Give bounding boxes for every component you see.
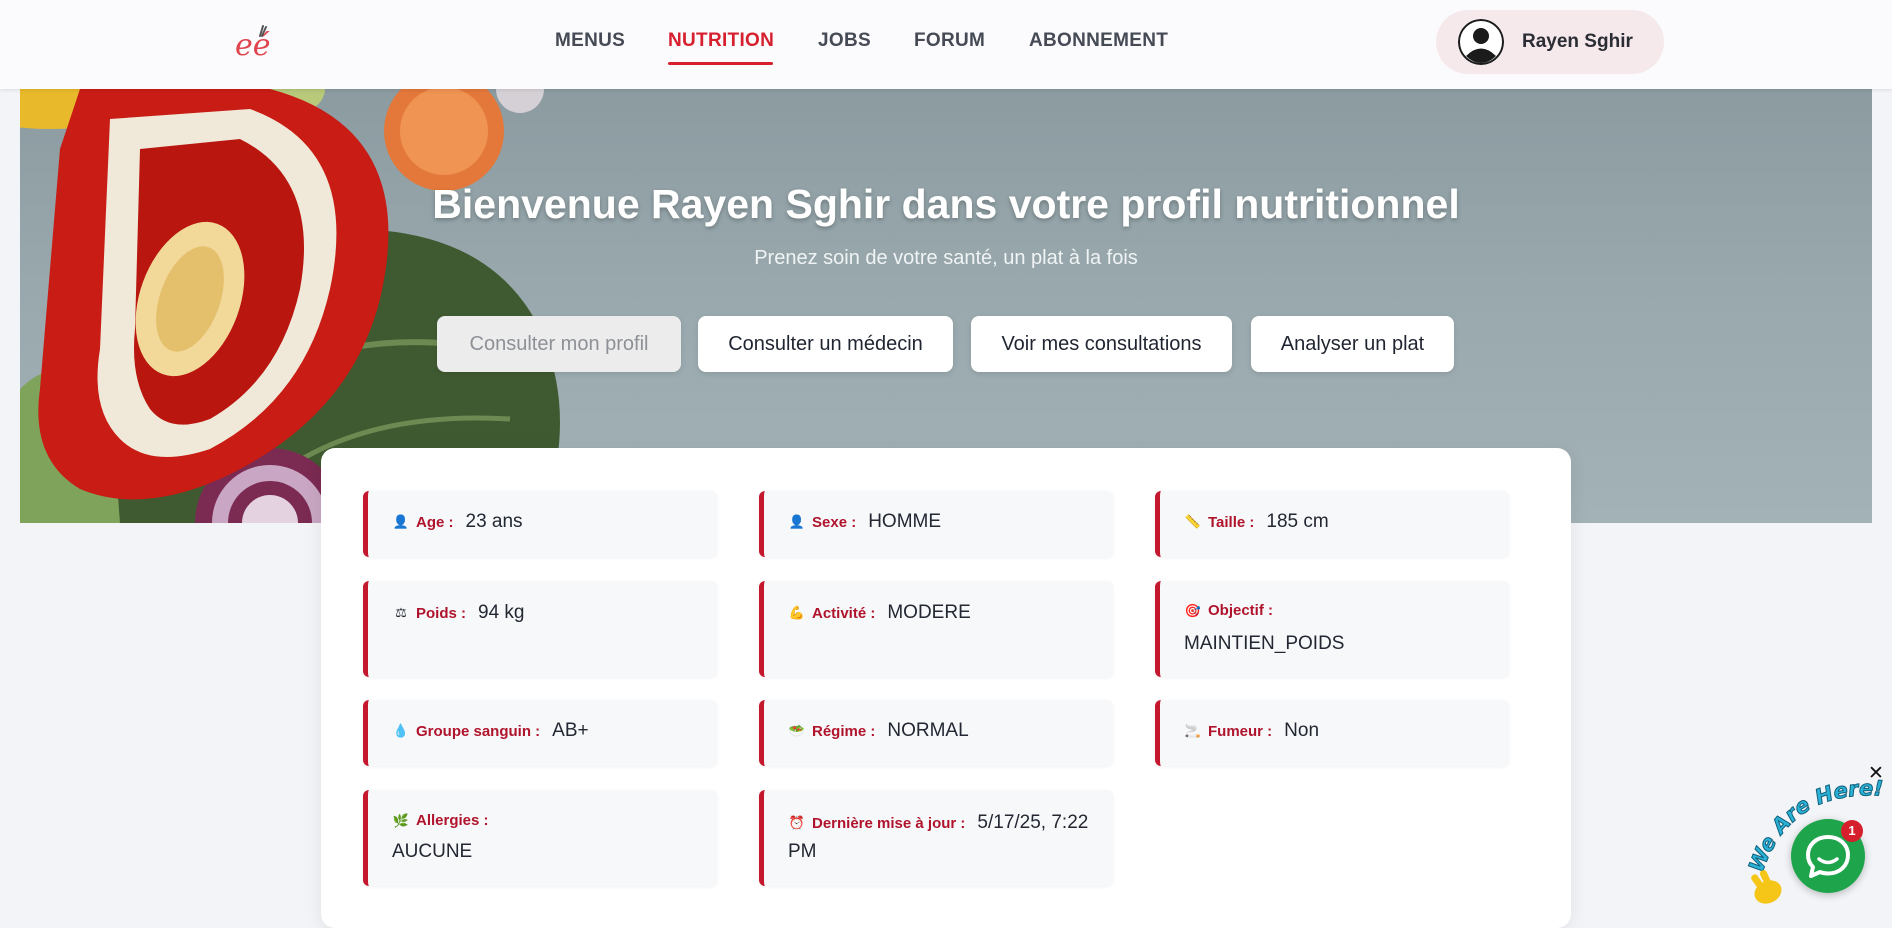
person-icon: 👤 bbox=[788, 514, 806, 529]
field-sexe: 👤 Sexe : HOMME bbox=[759, 491, 1113, 557]
poids-value: 94 kg bbox=[478, 602, 525, 623]
nav-jobs[interactable]: JOBS bbox=[818, 30, 871, 52]
age-label: Age : bbox=[416, 513, 454, 531]
field-objectif: 🎯 Objectif : MAINTIEN_POIDS bbox=[1155, 581, 1509, 677]
age-value: 23 ans bbox=[465, 511, 523, 532]
person-icon: 👤 bbox=[392, 514, 410, 529]
site-logo[interactable]: eé bbox=[233, 22, 273, 62]
last-update-label: Dernière mise à jour : bbox=[812, 814, 966, 832]
nav-menus[interactable]: MENUS bbox=[555, 30, 625, 52]
top-navbar: eé MENUS NUTRITION JOBS FORUM ABONNEMENT… bbox=[0, 0, 1892, 89]
groupe-value: AB+ bbox=[552, 720, 589, 741]
field-age: 👤 Age : 23 ans bbox=[363, 491, 717, 557]
field-groupe-sanguin: 💧 Groupe sanguin : AB+ bbox=[363, 700, 717, 766]
objectif-value: MAINTIEN_POIDS bbox=[1184, 633, 1345, 654]
target-icon: 🎯 bbox=[1184, 602, 1202, 618]
waving-hand-icon bbox=[1751, 870, 1782, 904]
sexe-value: HOMME bbox=[868, 511, 942, 532]
hero-subtitle: Prenez soin de votre santé, un plat à la… bbox=[754, 247, 1138, 269]
hero-title: Bienvenue Rayen Sghir dans votre profil … bbox=[432, 181, 1460, 227]
last-update-value: 5/17/25, 7:22 bbox=[977, 812, 1089, 833]
nav-forum[interactable]: FORUM bbox=[914, 30, 985, 52]
allergies-value: AUCUNE bbox=[392, 841, 473, 862]
herb-icon: 🌿 bbox=[392, 812, 410, 828]
alarm-clock-icon: ⏰ bbox=[788, 815, 806, 830]
analyze-dish-button[interactable]: Analyser un plat bbox=[1251, 316, 1454, 372]
cigarette-icon: 🚬 bbox=[1184, 723, 1202, 738]
field-last-update: ⏰ Dernière mise à jour : 5/17/25, 7:22 P… bbox=[759, 790, 1113, 886]
flexed-arm-icon: 💪 bbox=[788, 605, 806, 620]
nutrition-profile-card: 👤 Age : 23 ans 👤 Sexe : HOMME 📏 Taille :… bbox=[321, 448, 1571, 928]
logo-text: eé bbox=[235, 28, 271, 62]
last-update-value-cont: PM bbox=[788, 841, 817, 862]
poids-label: Poids : bbox=[416, 604, 467, 622]
taille-label: Taille : bbox=[1208, 513, 1255, 531]
user-name: Rayen Sghir bbox=[1522, 31, 1633, 52]
fumeur-value: Non bbox=[1284, 720, 1320, 741]
activite-label: Activité : bbox=[812, 604, 876, 622]
allergies-label: Allergies : bbox=[416, 812, 489, 829]
scale-icon: ⚖ bbox=[395, 605, 407, 620]
user-circle-icon bbox=[1458, 19, 1504, 65]
taille-value: 185 cm bbox=[1266, 511, 1329, 532]
field-poids: ⚖ Poids : 94 kg bbox=[363, 581, 717, 677]
fumeur-label: Fumeur : bbox=[1208, 722, 1273, 740]
field-allergies: 🌿 Allergies : AUCUNE bbox=[363, 790, 717, 886]
view-consultations-button[interactable]: Voir mes consultations bbox=[971, 316, 1232, 372]
groupe-label: Groupe sanguin : bbox=[416, 722, 541, 740]
nav-active-indicator bbox=[668, 62, 773, 65]
field-activite: 💪 Activité : MODERE bbox=[759, 581, 1113, 677]
field-regime: 🥗 Régime : NORMAL bbox=[759, 700, 1113, 766]
consult-doctor-button[interactable]: Consulter un médecin bbox=[698, 316, 953, 372]
chat-unread-badge: 1 bbox=[1841, 820, 1863, 842]
sexe-label: Sexe : bbox=[812, 513, 857, 531]
consult-profile-button[interactable]: Consulter mon profil bbox=[437, 316, 681, 372]
blood-drop-icon: 💧 bbox=[392, 723, 410, 738]
field-taille: 📏 Taille : 185 cm bbox=[1155, 491, 1509, 557]
nav-nutrition[interactable]: NUTRITION bbox=[668, 30, 774, 52]
activite-value: MODERE bbox=[887, 602, 971, 623]
salad-icon: 🥗 bbox=[788, 723, 806, 738]
field-fumeur: 🚬 Fumeur : Non bbox=[1155, 700, 1509, 766]
regime-label: Régime : bbox=[812, 722, 876, 740]
objectif-label: Objectif : bbox=[1208, 602, 1274, 619]
user-menu[interactable]: Rayen Sghir bbox=[1436, 10, 1664, 74]
regime-value: NORMAL bbox=[887, 720, 969, 741]
nav-abonnement[interactable]: ABONNEMENT bbox=[1029, 30, 1168, 52]
ruler-icon: 📏 bbox=[1184, 514, 1202, 529]
